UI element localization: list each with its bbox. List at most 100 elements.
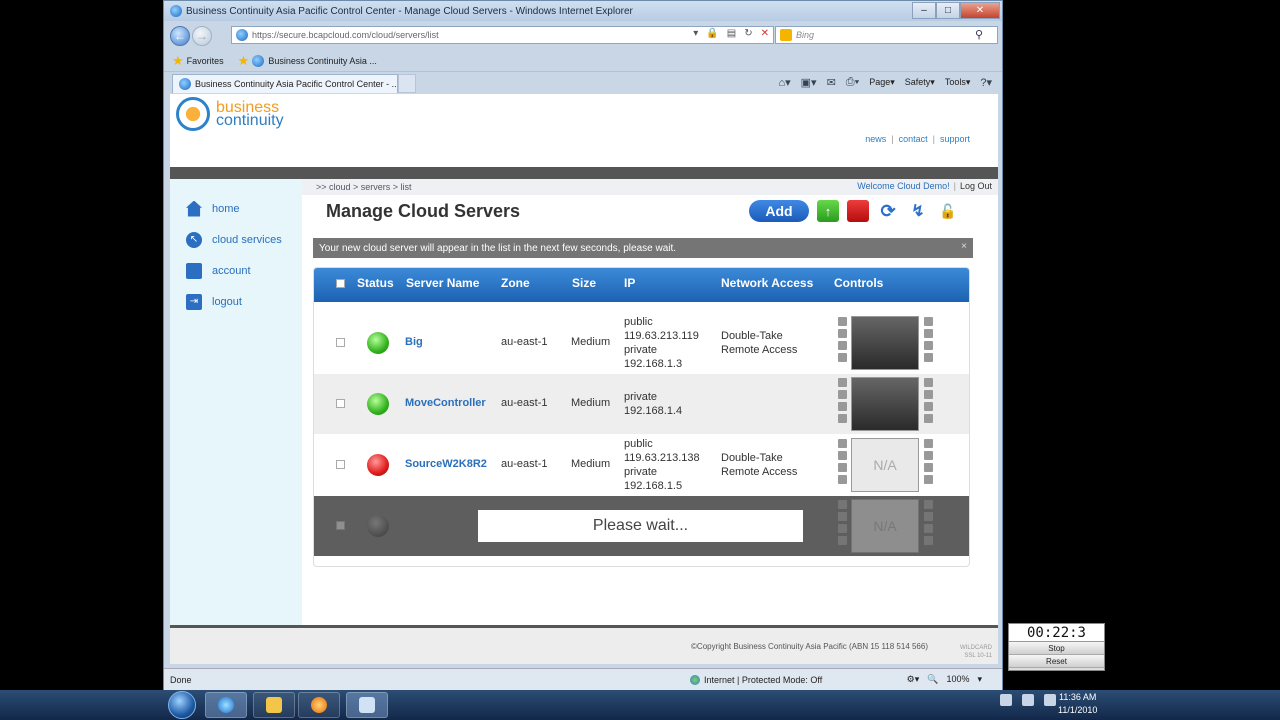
clock[interactable]: 11:36 AM 11/1/2010 xyxy=(1058,691,1097,717)
reboot-server-icon[interactable]: ↯ xyxy=(907,200,929,222)
taskbar-app-button[interactable] xyxy=(346,692,388,718)
favorite-page-icon xyxy=(252,55,265,67)
row-controls-right[interactable] xyxy=(924,439,933,484)
stopwatch-stop-button[interactable]: Stop xyxy=(1009,642,1104,655)
safety-menu[interactable]: Safety▾ xyxy=(905,77,935,88)
mail-icon[interactable]: ✉ xyxy=(827,76,836,89)
add-button[interactable]: Add xyxy=(749,200,809,222)
table-row[interactable]: MoveController au-east-1 Medium private … xyxy=(314,374,969,434)
copyright-text: ©Copyright Business Continuity Asia Paci… xyxy=(691,642,928,651)
page-content: business continuity news | contact | sup… xyxy=(170,94,998,664)
console-thumbnail[interactable] xyxy=(851,316,919,370)
refresh-servers-icon[interactable]: ⟳ xyxy=(877,200,899,222)
network-access-cell[interactable]: Double-Take Remote Access xyxy=(721,329,797,357)
row-controls-left[interactable] xyxy=(838,317,847,362)
stop-icon[interactable]: ✕ xyxy=(761,28,769,39)
action-center-icon[interactable] xyxy=(1000,694,1012,706)
row-controls-left[interactable] xyxy=(838,378,847,423)
news-link[interactable]: news xyxy=(865,134,886,144)
column-header-ip[interactable]: IP xyxy=(624,276,635,290)
main-panel: >> cloud > servers > list Welcome Cloud … xyxy=(302,179,998,625)
unlock-icon[interactable]: 🔓 xyxy=(937,200,959,222)
row-checkbox[interactable] xyxy=(336,338,345,347)
forward-button[interactable]: → xyxy=(192,26,212,46)
taskbar-media-button[interactable] xyxy=(298,692,340,718)
refresh-icon[interactable]: ↻ xyxy=(744,28,752,39)
stop-server-icon[interactable] xyxy=(847,200,869,222)
compat-view-icon[interactable]: ▤ xyxy=(727,28,736,39)
row-controls-left xyxy=(838,500,847,545)
sidebar-item-label: logout xyxy=(212,295,242,308)
start-button[interactable] xyxy=(168,691,196,719)
row-controls-left[interactable] xyxy=(838,439,847,484)
table-row[interactable]: Big au-east-1 Medium public 119.63.213.1… xyxy=(314,313,969,373)
search-icon[interactable]: ⚲ xyxy=(975,28,983,41)
add-favorite-icon[interactable]: ★ xyxy=(238,53,250,69)
log-out-link[interactable]: Log Out xyxy=(960,181,992,191)
server-name-link[interactable]: SourceW2K8R2 xyxy=(405,458,487,470)
briefcase-icon xyxy=(186,262,202,279)
taskbar-ie-button[interactable] xyxy=(205,692,247,718)
contact-link[interactable]: contact xyxy=(899,134,928,144)
page-menu[interactable]: Page▾ xyxy=(869,77,895,88)
feeds-icon[interactable]: ▣▾ xyxy=(801,76,817,89)
dropdown-icon[interactable]: ▾ xyxy=(693,28,698,39)
clock-time: 11:36 AM xyxy=(1059,692,1097,702)
search-box[interactable]: Bing ⚲ xyxy=(775,26,998,44)
help-icon[interactable]: ?▾ xyxy=(980,76,992,89)
row-controls-right[interactable] xyxy=(924,317,933,362)
sidebar-item-label: home xyxy=(212,202,240,215)
sidebar-item-home[interactable]: home xyxy=(170,193,302,224)
column-header-status[interactable]: Status xyxy=(357,276,394,290)
row-checkbox[interactable] xyxy=(336,399,345,408)
browser-tab[interactable]: Business Continuity Asia Pacific Control… xyxy=(172,74,398,93)
console-thumbnail[interactable]: N/A xyxy=(851,438,919,492)
new-tab-button[interactable] xyxy=(398,74,416,93)
taskbar-explorer-button[interactable] xyxy=(253,692,295,718)
security-zone[interactable]: Internet | Protected Mode: Off xyxy=(690,674,822,685)
support-link[interactable]: support xyxy=(940,134,970,144)
lock-icon[interactable]: 🔒 xyxy=(706,28,718,39)
sidebar-item-account[interactable]: account xyxy=(170,255,302,286)
home-page-icon[interactable]: ⌂▾ xyxy=(778,76,790,89)
network-access-cell[interactable]: Double-Take Remote Access xyxy=(721,451,797,479)
favorites-button[interactable]: ★ Favorites xyxy=(172,53,224,69)
column-header-server-name[interactable]: Server Name xyxy=(406,276,479,290)
row-controls-right[interactable] xyxy=(924,378,933,423)
tools-menu[interactable]: Tools▾ xyxy=(945,77,971,88)
ip-cell: public 119.63.213.138 private 192.168.1.… xyxy=(624,437,700,493)
print-icon[interactable]: ⎙▾ xyxy=(846,76,859,89)
ip-private-label: private xyxy=(624,344,658,356)
breadcrumb[interactable]: >> cloud > servers > list xyxy=(316,182,412,192)
close-window-button[interactable]: ✕ xyxy=(960,2,1000,19)
network-icon[interactable] xyxy=(1022,694,1034,706)
start-server-icon[interactable]: ↑ xyxy=(817,200,839,222)
sidebar-item-logout[interactable]: ⇥ logout xyxy=(170,286,302,317)
volume-icon[interactable] xyxy=(1044,694,1056,706)
address-bar[interactable]: https://secure.bcapcloud.com/cloud/serve… xyxy=(231,26,774,44)
minimize-button[interactable]: – xyxy=(912,2,936,19)
column-header-zone[interactable]: Zone xyxy=(501,276,530,290)
select-all-checkbox[interactable] xyxy=(336,279,345,288)
column-header-network-access[interactable]: Network Access xyxy=(721,276,813,290)
back-button[interactable]: ← xyxy=(170,26,190,46)
protected-mode-icon[interactable]: ⚙▾ xyxy=(907,674,920,685)
welcome-link[interactable]: Welcome Cloud Demo! xyxy=(857,181,949,191)
zoom-control[interactable]: ⚙▾ 🔍 100% ▾ xyxy=(907,674,982,685)
zoom-level[interactable]: 100% xyxy=(946,674,969,685)
row-checkbox[interactable] xyxy=(336,460,345,469)
logo[interactable]: business continuity xyxy=(176,97,284,131)
maximize-button[interactable]: □ xyxy=(936,2,960,19)
zoom-dropdown-icon[interactable]: ▾ xyxy=(977,674,982,685)
close-notice-icon[interactable]: × xyxy=(961,241,967,252)
console-thumbnail[interactable] xyxy=(851,377,919,431)
favorite-link[interactable]: ★ Business Continuity Asia ... xyxy=(238,53,377,69)
sidebar-item-cloud-services[interactable]: ↖ cloud services xyxy=(170,224,302,255)
notice-banner: Your new cloud server will appear in the… xyxy=(313,238,973,258)
table-row[interactable]: SourceW2K8R2 au-east-1 Medium public 119… xyxy=(314,435,969,495)
column-header-size[interactable]: Size xyxy=(572,276,596,290)
server-name-link[interactable]: Big xyxy=(405,336,423,348)
column-header-controls[interactable]: Controls xyxy=(834,276,883,290)
server-name-link[interactable]: MoveController xyxy=(405,397,486,409)
stopwatch-reset-button[interactable]: Reset xyxy=(1009,655,1104,668)
